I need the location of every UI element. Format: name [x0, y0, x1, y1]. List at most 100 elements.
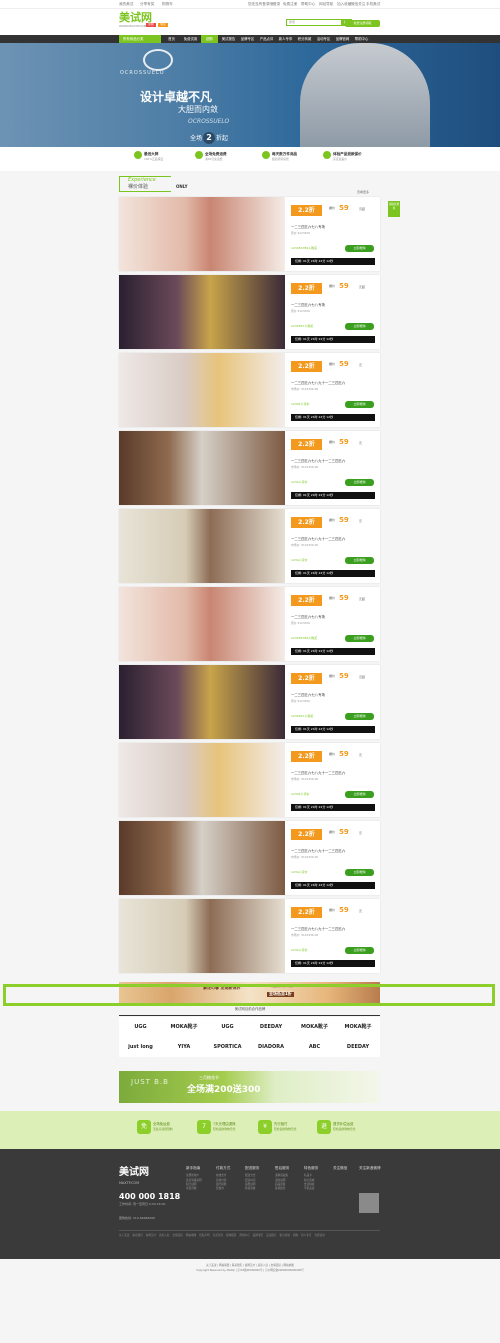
footer-link[interactable]: 隐私声明	[199, 1234, 209, 1237]
topbar-link-cart[interactable]: 购物车	[162, 2, 173, 6]
nav-item[interactable]: 新人专享	[277, 35, 294, 43]
nav-item[interactable]: 活动专区	[315, 35, 332, 43]
deal-image[interactable]	[119, 743, 285, 817]
footer-column-link[interactable]: 常见问题	[186, 1187, 212, 1191]
header	[0, 9, 500, 35]
topbar-favorite[interactable]: 加入收藏	[337, 2, 351, 6]
footer-link[interactable]: 新人专享	[301, 1234, 311, 1237]
footer-column-head: 付款方式	[216, 1166, 231, 1170]
deal-title[interactable]: 一二三四五六七八九十一二三四五六	[291, 537, 345, 541]
buy-now-button[interactable]: 立即抢购	[345, 557, 374, 564]
footer-link[interactable]: 团购	[293, 1234, 298, 1237]
category-menu[interactable]: 所有商品分类	[119, 35, 161, 43]
topbar-mobile[interactable]: 手机美试	[366, 2, 380, 6]
buy-now-button[interactable]: 立即抢购	[345, 479, 374, 486]
deal-title[interactable]: 一二三四五六七八专场	[291, 693, 325, 697]
promo-banner[interactable]: JUST B.B 三月桃花节 全场满200送300	[119, 1071, 380, 1103]
deal-image[interactable]	[119, 353, 285, 427]
footer-link[interactable]: 积分商城	[280, 1234, 290, 1237]
sold-count: 123456789人购买	[291, 636, 318, 640]
deal-image[interactable]	[119, 665, 285, 739]
register-button[interactable]: 免费注册领取	[345, 20, 380, 27]
topbar-link-share[interactable]: 分享有奖	[140, 2, 154, 6]
footer-link[interactable]: 联系我们	[132, 1234, 142, 1237]
footer-link[interactable]: 诚聘英才	[146, 1234, 156, 1237]
nav-item[interactable]: 首页	[163, 35, 180, 43]
brand-logo[interactable]: just long	[119, 1037, 162, 1057]
coupon-side-tag[interactable]: 领取优惠券	[388, 201, 400, 217]
buy-now-button[interactable]: 立即抢购	[345, 323, 374, 330]
footer-link[interactable]: 网站地图	[186, 1234, 196, 1237]
footer-column-link[interactable]: 投诉建议	[275, 1187, 301, 1191]
deal-image[interactable]	[119, 275, 285, 349]
footer-column-link[interactable]: 手机美试	[304, 1187, 330, 1191]
footer-column-head: 关注新浪微博	[359, 1166, 381, 1170]
guarantee-icon: 免	[137, 1120, 151, 1134]
brand-logo[interactable]: ABC	[293, 1037, 336, 1057]
footer-link[interactable]: 商家入驻	[159, 1234, 169, 1237]
price-label: 裸价	[329, 440, 336, 444]
deal-title[interactable]: 一二三四五六七八专场	[291, 615, 325, 619]
deal-image[interactable]	[119, 587, 285, 661]
deal-title[interactable]: 一二三四五六七八九十一二三四五六	[291, 381, 345, 385]
buy-now-button[interactable]: 立即抢购	[345, 869, 374, 876]
brand-logo[interactable]: YIYA	[163, 1037, 206, 1057]
deal-card: 2.2折 裸价 59 元一二三四五六七八九十一二三四五六 市场价: ¥123456.00…	[119, 509, 380, 583]
footer-link[interactable]: 品牌专区	[253, 1234, 263, 1237]
nav-item[interactable]: 积分商城	[296, 35, 313, 43]
brand-logo[interactable]: UGG	[119, 1017, 162, 1037]
nav-item[interactable]: 品牌专区	[239, 35, 256, 43]
topbar-sitemap[interactable]: 网站导航	[319, 2, 333, 6]
footer-column-link[interactable]: 验货签收	[245, 1187, 271, 1191]
footer-column: 关注新浪微博	[359, 1166, 385, 1174]
footer-link[interactable]: 帮助中心	[239, 1234, 249, 1237]
buy-now-button[interactable]: 立即抢购	[345, 635, 374, 642]
footer-link[interactable]: 免费试用	[314, 1234, 324, 1237]
deal-image[interactable]	[119, 197, 285, 271]
buy-now-button[interactable]: 立即抢购	[345, 713, 374, 720]
deal-title[interactable]: 一二三四五六七八九十一二三四五六	[291, 459, 345, 463]
footer-link[interactable]: 关于美试	[119, 1234, 129, 1237]
deal-title[interactable]: 一二三四五六七八九十一二三四五六	[291, 771, 345, 775]
banner-headline: 设计卓越不凡	[140, 90, 213, 104]
nav-item[interactable]: 美试报告	[220, 35, 237, 43]
brand-logo[interactable]: UGG	[206, 1017, 249, 1037]
more-link[interactable]: 查看更多	[357, 190, 369, 195]
deal-image[interactable]	[119, 821, 285, 895]
buy-now-button[interactable]: 立即抢购	[345, 791, 374, 798]
deal-title[interactable]: 一二三四五六七八九十一二三四五六	[291, 849, 345, 853]
topbar-wechat[interactable]: 微信关注	[351, 2, 365, 6]
deal-image[interactable]	[119, 899, 285, 973]
brand-logo[interactable]: MOKA靴子	[163, 1017, 206, 1037]
brand-logo[interactable]: SPORTICA	[206, 1037, 249, 1057]
footer-link[interactable]: 美试报告	[266, 1234, 276, 1237]
topbar-login[interactable]: 登录	[273, 2, 280, 6]
nav-item[interactable]: 产品点评	[258, 35, 275, 43]
footer-link[interactable]: 免责条款	[213, 1234, 223, 1237]
footer-link[interactable]: 媒体报道	[226, 1234, 236, 1237]
footer-column-link[interactable]: 优惠券	[216, 1187, 242, 1191]
topbar-help[interactable]: 帮助中心	[301, 2, 315, 6]
nav-item[interactable]: 帮助中心	[353, 35, 370, 43]
banner-discount-num: 2	[203, 132, 216, 144]
deal-title[interactable]: 一二三四五六七八九十一二三四五六	[291, 927, 345, 931]
nav-item[interactable]: 品牌官网	[334, 35, 351, 43]
footer-link[interactable]: 友情链接	[173, 1234, 183, 1237]
brand-logo[interactable]: DEEDAY	[250, 1017, 293, 1037]
brand-logo[interactable]: DEEDAY	[337, 1037, 380, 1057]
deal-image[interactable]	[119, 431, 285, 505]
brand-logo[interactable]: MOKA靴子	[337, 1017, 380, 1037]
deal-title[interactable]: 一二三四五六七八专场	[291, 303, 325, 307]
nav-item[interactable]: 团购	[201, 35, 218, 43]
brand-logo[interactable]: DIADORA	[250, 1037, 293, 1057]
brand-logo[interactable]: MOKA靴子	[293, 1017, 336, 1037]
topbar-link-my[interactable]: 我的美试	[119, 2, 133, 6]
buy-now-button[interactable]: 立即抢购	[345, 401, 374, 408]
nav-item[interactable]: 免费试用	[182, 35, 199, 43]
search-input[interactable]: 搜索	[286, 19, 342, 26]
buy-now-button[interactable]: 立即抢购	[345, 947, 374, 954]
topbar-register[interactable]: 免费注册	[283, 2, 297, 6]
deal-title[interactable]: 一二三四五六七八专场	[291, 225, 325, 229]
deal-image[interactable]	[119, 509, 285, 583]
buy-now-button[interactable]: 立即抢购	[345, 245, 374, 252]
